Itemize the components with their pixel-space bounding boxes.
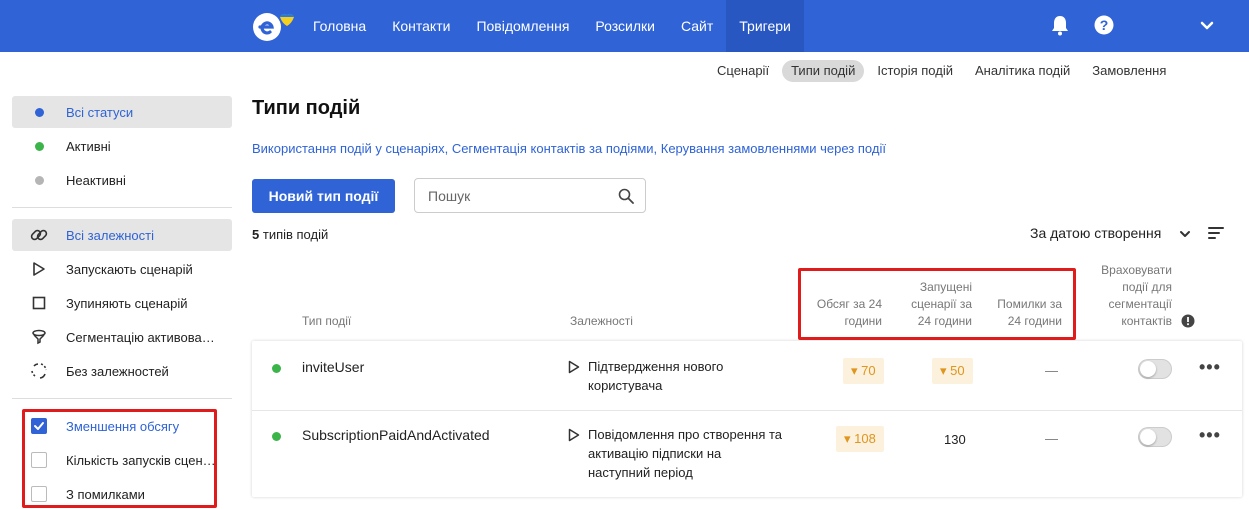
tab-event-types[interactable]: Типи подій xyxy=(782,60,865,82)
segmentation-toggle[interactable] xyxy=(1138,359,1172,379)
svg-text:?: ? xyxy=(1100,17,1109,33)
search-icon[interactable] xyxy=(618,188,634,207)
link-event-segmentation[interactable]: Сегментація контактів за подіями xyxy=(452,141,654,156)
bell-icon[interactable] xyxy=(1050,14,1072,36)
tab-event-history[interactable]: Історія подій xyxy=(868,60,962,82)
status-dot-icon xyxy=(34,175,44,185)
status-dot-icon xyxy=(272,364,281,373)
event-type-count: 5 типів подій xyxy=(252,227,328,242)
main-nav: Головна Контакти Повідомлення Розсилки С… xyxy=(300,0,804,52)
help-icon[interactable]: ? xyxy=(1093,14,1115,36)
sort-order-icon[interactable] xyxy=(1208,226,1224,243)
nav-item-campaigns[interactable]: Розсилки xyxy=(582,0,668,52)
nav-item-site[interactable]: Сайт xyxy=(668,0,726,52)
sidebar-item-active[interactable]: Активні xyxy=(12,130,232,162)
header-dependencies: Залежності xyxy=(570,314,633,328)
unlink-icon xyxy=(12,362,66,380)
checkbox-icon[interactable] xyxy=(31,486,47,502)
sort-select[interactable]: За датою створення xyxy=(1030,225,1161,241)
nav-item-triggers[interactable]: Тригери xyxy=(726,0,804,52)
app-logo[interactable] xyxy=(250,9,298,43)
help-links: Використання подій у сценаріях, Сегмента… xyxy=(252,141,886,156)
play-outline-icon xyxy=(568,360,580,377)
more-options-icon[interactable]: ••• xyxy=(1199,426,1221,444)
filter-volume-decrease[interactable]: Зменшення обсягу xyxy=(12,410,232,442)
sidebar-item-start-scenario[interactable]: Запускають сценарій xyxy=(12,253,232,285)
sidebar-item-all-dependencies[interactable]: Всі залежності xyxy=(12,219,232,251)
more-options-icon[interactable]: ••• xyxy=(1199,358,1221,376)
errors-value: — xyxy=(1045,431,1058,446)
segmentation-toggle[interactable] xyxy=(1138,427,1172,447)
sidebar-item-label: Зупиняють сценарій xyxy=(66,295,188,311)
filter-with-errors[interactable]: З помилками xyxy=(12,478,232,509)
nav-item-messages[interactable]: Повідомлення xyxy=(463,0,582,52)
event-name[interactable]: inviteUser xyxy=(302,358,364,377)
tab-scenarios[interactable]: Сценарії xyxy=(708,60,778,82)
sidebar-item-inactive[interactable]: Неактивні xyxy=(12,164,232,196)
chevron-down-icon[interactable] xyxy=(1197,14,1219,36)
checkbox-checked-icon[interactable] xyxy=(31,418,47,434)
sidebar-item-all-statuses[interactable]: Всі статуси xyxy=(12,96,232,128)
launched-value: 130 xyxy=(944,432,966,447)
play-outline-icon xyxy=(12,261,66,277)
header-volume: Обсяг за 24 години xyxy=(816,297,882,328)
header-errors: Помилки за 24 години xyxy=(997,297,1062,328)
filter-launch-count[interactable]: Кількість запусків сценаріїв xyxy=(12,444,232,476)
search-box xyxy=(414,178,646,213)
filter-icon xyxy=(12,329,66,345)
count-label: типів подій xyxy=(262,227,329,242)
sub-tabs: Сценарії Типи подій Історія подій Аналіт… xyxy=(708,60,1175,82)
sidebar-item-label: Запускають сценарій xyxy=(66,261,193,277)
checkbox-icon[interactable] xyxy=(31,452,47,468)
info-icon[interactable] xyxy=(1181,314,1195,331)
status-dot-icon xyxy=(272,432,281,441)
nav-item-home[interactable]: Головна xyxy=(300,0,379,52)
volume-badge: ▾ 70 xyxy=(843,358,884,384)
link-events-in-scenarios[interactable]: Використання подій у сценаріях xyxy=(252,141,445,156)
filter-label: Кількість запусків сценаріїв xyxy=(66,452,216,468)
header-launched-scenarios: Запущені сценарії за 24 години xyxy=(911,280,972,328)
sidebar-item-label: Неактивні xyxy=(66,172,126,188)
tab-event-analytics[interactable]: Аналітика подій xyxy=(966,60,1079,82)
search-input[interactable] xyxy=(428,187,613,205)
event-name[interactable]: SubscriptionPaidAndActivated xyxy=(302,426,490,445)
filter-label: Зменшення обсягу xyxy=(66,418,180,434)
sidebar-item-label: Всі статуси xyxy=(66,104,134,120)
errors-value: — xyxy=(1045,363,1058,378)
chevron-down-icon[interactable] xyxy=(1178,227,1192,244)
launched-badge: ▾ 50 xyxy=(932,358,973,384)
count-number: 5 xyxy=(252,227,260,242)
sidebar-divider xyxy=(12,207,232,208)
sidebar-item-label: Активні xyxy=(66,138,111,154)
status-dot-icon xyxy=(34,141,44,151)
sidebar-item-label: Сегментацію активовано xyxy=(66,329,216,345)
row-divider xyxy=(252,410,1242,411)
link-order-management[interactable]: Керування замовленнями через події xyxy=(661,141,886,156)
sidebar-item-label: Без залежностей xyxy=(66,363,169,379)
page-title: Типи подій xyxy=(252,97,361,119)
tab-orders[interactable]: Замовлення xyxy=(1083,60,1175,82)
new-event-type-button[interactable]: Новий тип події xyxy=(252,179,395,213)
sidebar-item-stop-scenario[interactable]: Зупиняють сценарій xyxy=(12,287,232,319)
filter-label: З помилками xyxy=(66,486,145,502)
dependency-scenario[interactable]: Підтвердження нового користувача xyxy=(588,357,723,395)
play-outline-icon xyxy=(568,428,580,445)
dependency-scenario[interactable]: Повідомлення про створення та активацію … xyxy=(588,425,782,482)
nav-item-contacts[interactable]: Контакти xyxy=(379,0,463,52)
top-navigation-bar: Головна Контакти Повідомлення Розсилки С… xyxy=(0,0,1249,52)
link-icon xyxy=(12,226,66,244)
sidebar-item-segmentation[interactable]: Сегментацію активовано xyxy=(12,321,232,353)
header-event-type: Тип події xyxy=(302,314,352,328)
status-dot-icon xyxy=(34,107,44,117)
stop-outline-icon xyxy=(12,296,66,310)
header-segmentation: Враховувати події для сегментації контак… xyxy=(1101,263,1172,328)
volume-badge: ▾ 108 xyxy=(836,426,884,452)
sidebar-divider xyxy=(12,398,232,399)
sidebar-item-no-dependencies[interactable]: Без залежностей xyxy=(12,355,232,387)
sidebar-item-label: Всі залежності xyxy=(66,227,154,243)
